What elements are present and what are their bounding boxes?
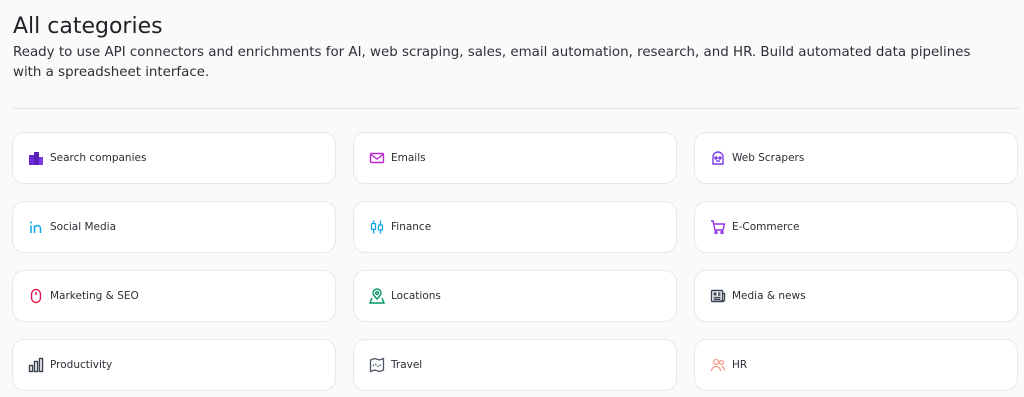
- category-card-productivity[interactable]: Productivity: [12, 339, 336, 391]
- category-card-e-commerce[interactable]: E-Commerce: [694, 201, 1018, 253]
- linkedin-icon: [28, 219, 44, 235]
- category-card-media-news[interactable]: Media & news: [694, 270, 1018, 322]
- map-icon: [369, 357, 385, 373]
- category-label: Emails: [391, 152, 426, 164]
- envelope-icon: [369, 150, 385, 166]
- users-icon: [710, 357, 726, 373]
- category-label: Productivity: [50, 359, 113, 371]
- page-subtitle: Ready to use API connectors and enrichme…: [13, 45, 971, 80]
- map-pin-icon: [369, 288, 385, 304]
- robot-icon: [710, 150, 726, 166]
- category-card-locations[interactable]: Locations: [353, 270, 677, 322]
- category-label: E-Commerce: [732, 221, 800, 233]
- category-label: HR: [732, 359, 748, 371]
- categories-page: All categories Ready to use API connecto…: [0, 0, 1024, 397]
- category-label: Search companies: [50, 152, 147, 164]
- category-label: Marketing & SEO: [50, 290, 139, 302]
- category-card-emails[interactable]: Emails: [353, 132, 677, 184]
- category-label: Locations: [391, 290, 441, 302]
- category-card-search-companies[interactable]: Search companies: [12, 132, 336, 184]
- category-grid: Search companies Emails Web Scrapers Soc…: [12, 132, 1024, 391]
- category-card-marketing-seo[interactable]: Marketing & SEO: [12, 270, 336, 322]
- newspaper-icon: [710, 288, 726, 304]
- page-title: All categories: [13, 14, 163, 39]
- category-card-travel[interactable]: Travel: [353, 339, 677, 391]
- buildings-icon: [28, 150, 44, 166]
- cart-icon: [710, 219, 726, 235]
- category-label: Travel: [391, 359, 423, 371]
- mouse-icon: [28, 288, 44, 304]
- category-card-web-scrapers[interactable]: Web Scrapers: [694, 132, 1018, 184]
- candlestick-icon: [369, 219, 385, 235]
- category-label: Web Scrapers: [732, 152, 805, 164]
- divider: [13, 108, 1019, 109]
- category-card-hr[interactable]: HR: [694, 339, 1018, 391]
- bar-chart-icon: [28, 357, 44, 373]
- category-label: Finance: [391, 221, 432, 233]
- category-card-finance[interactable]: Finance: [353, 201, 677, 253]
- category-label: Social Media: [50, 221, 117, 233]
- category-label: Media & news: [732, 290, 806, 302]
- category-card-social-media[interactable]: Social Media: [12, 201, 336, 253]
